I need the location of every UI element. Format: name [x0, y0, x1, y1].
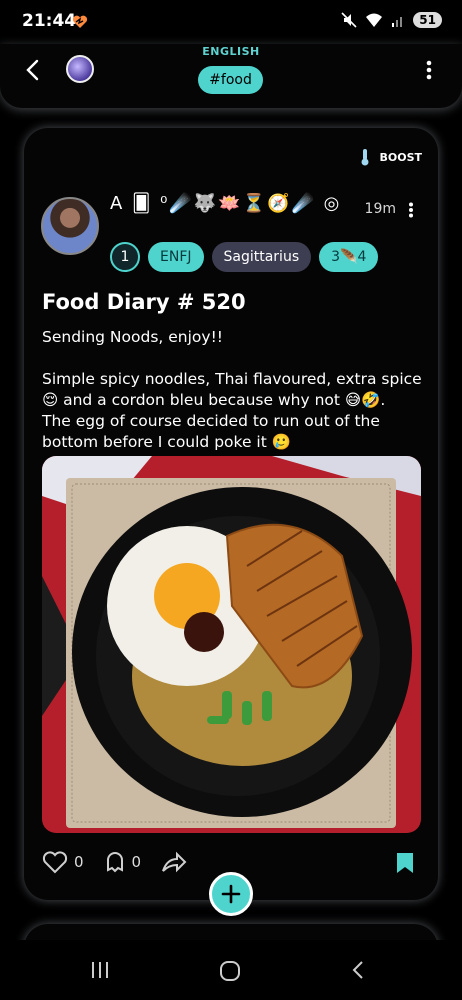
comment-count: 0 [131, 853, 142, 871]
mbti-badge[interactable]: ENFJ [148, 242, 204, 272]
create-post-button[interactable] [209, 872, 253, 916]
author-avatar[interactable] [41, 197, 99, 255]
author-name[interactable]: A 🂠 ⁰☄️🐺🪷⏳🧭☄️ ◎ [110, 193, 341, 214]
post-body: Sending Noods, enjoy!! Simple spicy nood… [42, 328, 422, 451]
badge-row: 1 ENFJ Sagittarius 3🪶4 [110, 242, 379, 272]
status-icons: 51 [341, 12, 442, 28]
system-back-icon[interactable] [350, 960, 366, 980]
recent-apps-icon[interactable] [90, 960, 110, 980]
post-title: Food Diary # 520 [42, 290, 246, 314]
wifi-icon [366, 13, 383, 27]
system-nav-bar [0, 940, 462, 1000]
zodiac-badge[interactable]: Sagittarius [211, 242, 312, 272]
level-badge[interactable]: 1 [110, 242, 140, 272]
plus-icon [221, 884, 241, 904]
status-time: 21:44 [22, 11, 77, 31]
tag-pill[interactable]: #food [198, 66, 263, 94]
heart-icon[interactable] [42, 850, 68, 874]
more-vert-icon[interactable] [426, 60, 432, 80]
bookmark-icon[interactable] [396, 852, 414, 874]
post-card: BOOST A 🂠 ⁰☄️🐺🪷⏳🧭☄️ ◎ 19m 1 ENFJ Sagitta… [24, 128, 438, 900]
post-more-icon[interactable] [408, 202, 414, 218]
top-bar: ENGLISH #food [0, 44, 462, 108]
like-count: 0 [74, 853, 84, 871]
signal-icon [392, 17, 403, 27]
mute-icon [341, 12, 357, 28]
post-photo[interactable] [42, 456, 421, 833]
comment-bubble-icon[interactable] [104, 850, 126, 874]
back-arrow-icon[interactable] [22, 58, 46, 82]
coin-badge[interactable]: 3🪶4 [319, 242, 379, 272]
status-bar: 21:44 51 [0, 0, 462, 44]
app-heart-icon [72, 15, 88, 28]
boost-button[interactable]: BOOST [359, 148, 422, 166]
community-avatar[interactable] [66, 55, 94, 83]
share-arrow-icon[interactable] [161, 851, 187, 873]
home-icon[interactable] [219, 960, 241, 982]
language-label: ENGLISH [202, 45, 260, 58]
post-time: 19m [364, 201, 396, 217]
post-actions: 0 0 [42, 850, 187, 874]
thermometer-icon [361, 149, 369, 166]
battery-indicator: 51 [413, 12, 442, 28]
boost-label: BOOST [379, 150, 422, 164]
